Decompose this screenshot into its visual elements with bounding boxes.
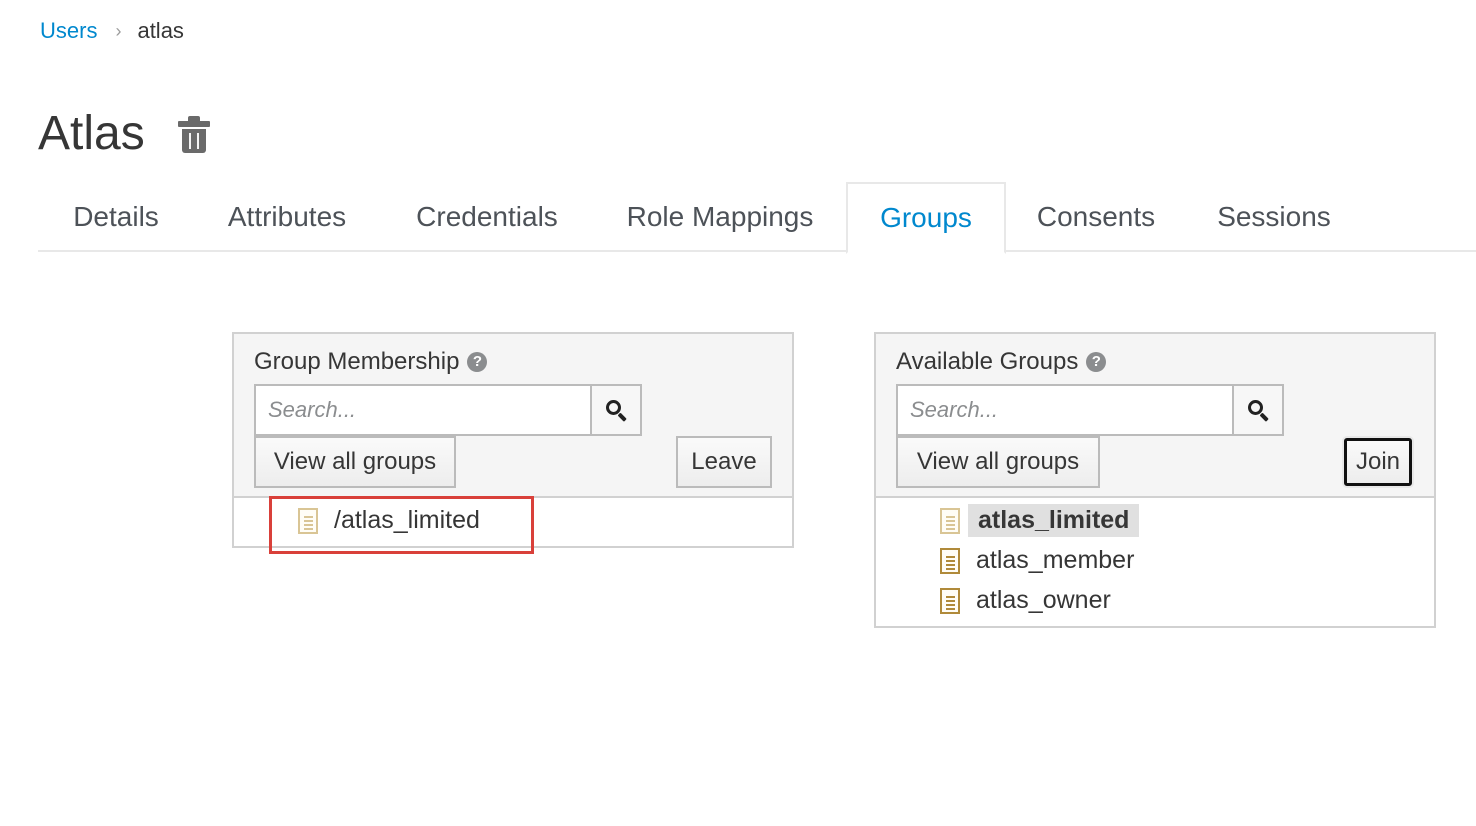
available-search-button[interactable]	[1234, 384, 1284, 436]
document-icon	[940, 547, 960, 574]
available-tree-item[interactable]: atlas_limited	[940, 504, 1140, 537]
chevron-right-icon: ›	[115, 20, 122, 41]
document-icon	[940, 587, 960, 614]
available-tree-item-label: atlas_limited	[968, 504, 1140, 537]
leave-button[interactable]: Leave	[676, 436, 772, 488]
help-icon[interactable]: ?	[467, 352, 488, 372]
available-groups-title: Available Groups ?	[896, 348, 1107, 376]
available-tree-item-label: atlas_owner	[976, 586, 1111, 614]
document-icon	[940, 507, 960, 534]
group-membership-panel: Group Membership ? View all groups Leave…	[232, 332, 794, 548]
page-title: Atlas	[38, 107, 145, 160]
tab-attributes[interactable]: Attributes	[208, 182, 366, 252]
tab-groups[interactable]: Groups	[846, 182, 1006, 254]
breadcrumb-users-link[interactable]: Users	[40, 18, 97, 44]
trash-icon[interactable]	[177, 114, 211, 154]
tab-role-mappings[interactable]: Role Mappings	[608, 182, 832, 252]
available-view-all-button[interactable]: View all groups	[896, 436, 1100, 488]
breadcrumb-current: atlas	[137, 18, 184, 43]
available-search-input[interactable]	[896, 384, 1234, 436]
document-icon	[298, 507, 318, 534]
help-icon[interactable]: ?	[1086, 352, 1107, 372]
membership-search-input[interactable]	[254, 384, 592, 436]
available-tree-item[interactable]: atlas_owner	[940, 586, 1111, 615]
membership-view-all-button[interactable]: View all groups	[254, 436, 456, 488]
available-groups-title-text: Available Groups	[896, 348, 1079, 375]
available-groups-panel: Available Groups ? View all groups Join …	[874, 332, 1436, 628]
available-tree-item-label: atlas_member	[976, 546, 1135, 574]
tab-consents[interactable]: Consents	[1022, 182, 1170, 252]
tab-details[interactable]: Details	[38, 182, 194, 252]
available-tree-item[interactable]: atlas_member	[940, 546, 1134, 575]
membership-tree-item[interactable]: /atlas_limited	[298, 506, 480, 535]
group-membership-title-text: Group Membership	[254, 348, 460, 375]
membership-tree-item-label: /atlas_limited	[334, 506, 480, 534]
available-groups-toolbar: Available Groups ? View all groups Join	[876, 334, 1434, 498]
group-membership-title: Group Membership ?	[254, 348, 488, 376]
search-icon	[1247, 399, 1269, 422]
group-membership-toolbar: Group Membership ? View all groups Leave	[234, 334, 792, 498]
tab-sessions[interactable]: Sessions	[1206, 182, 1342, 252]
page-title-row: Atlas	[38, 106, 211, 161]
membership-search-button[interactable]	[592, 384, 642, 436]
tab-credentials[interactable]: Credentials	[400, 182, 574, 252]
tab-bar: Details Attributes Credentials Role Mapp…	[38, 182, 1476, 254]
join-button[interactable]: Join	[1344, 438, 1412, 486]
search-icon	[605, 399, 627, 422]
breadcrumb: Users › atlas	[40, 18, 184, 44]
